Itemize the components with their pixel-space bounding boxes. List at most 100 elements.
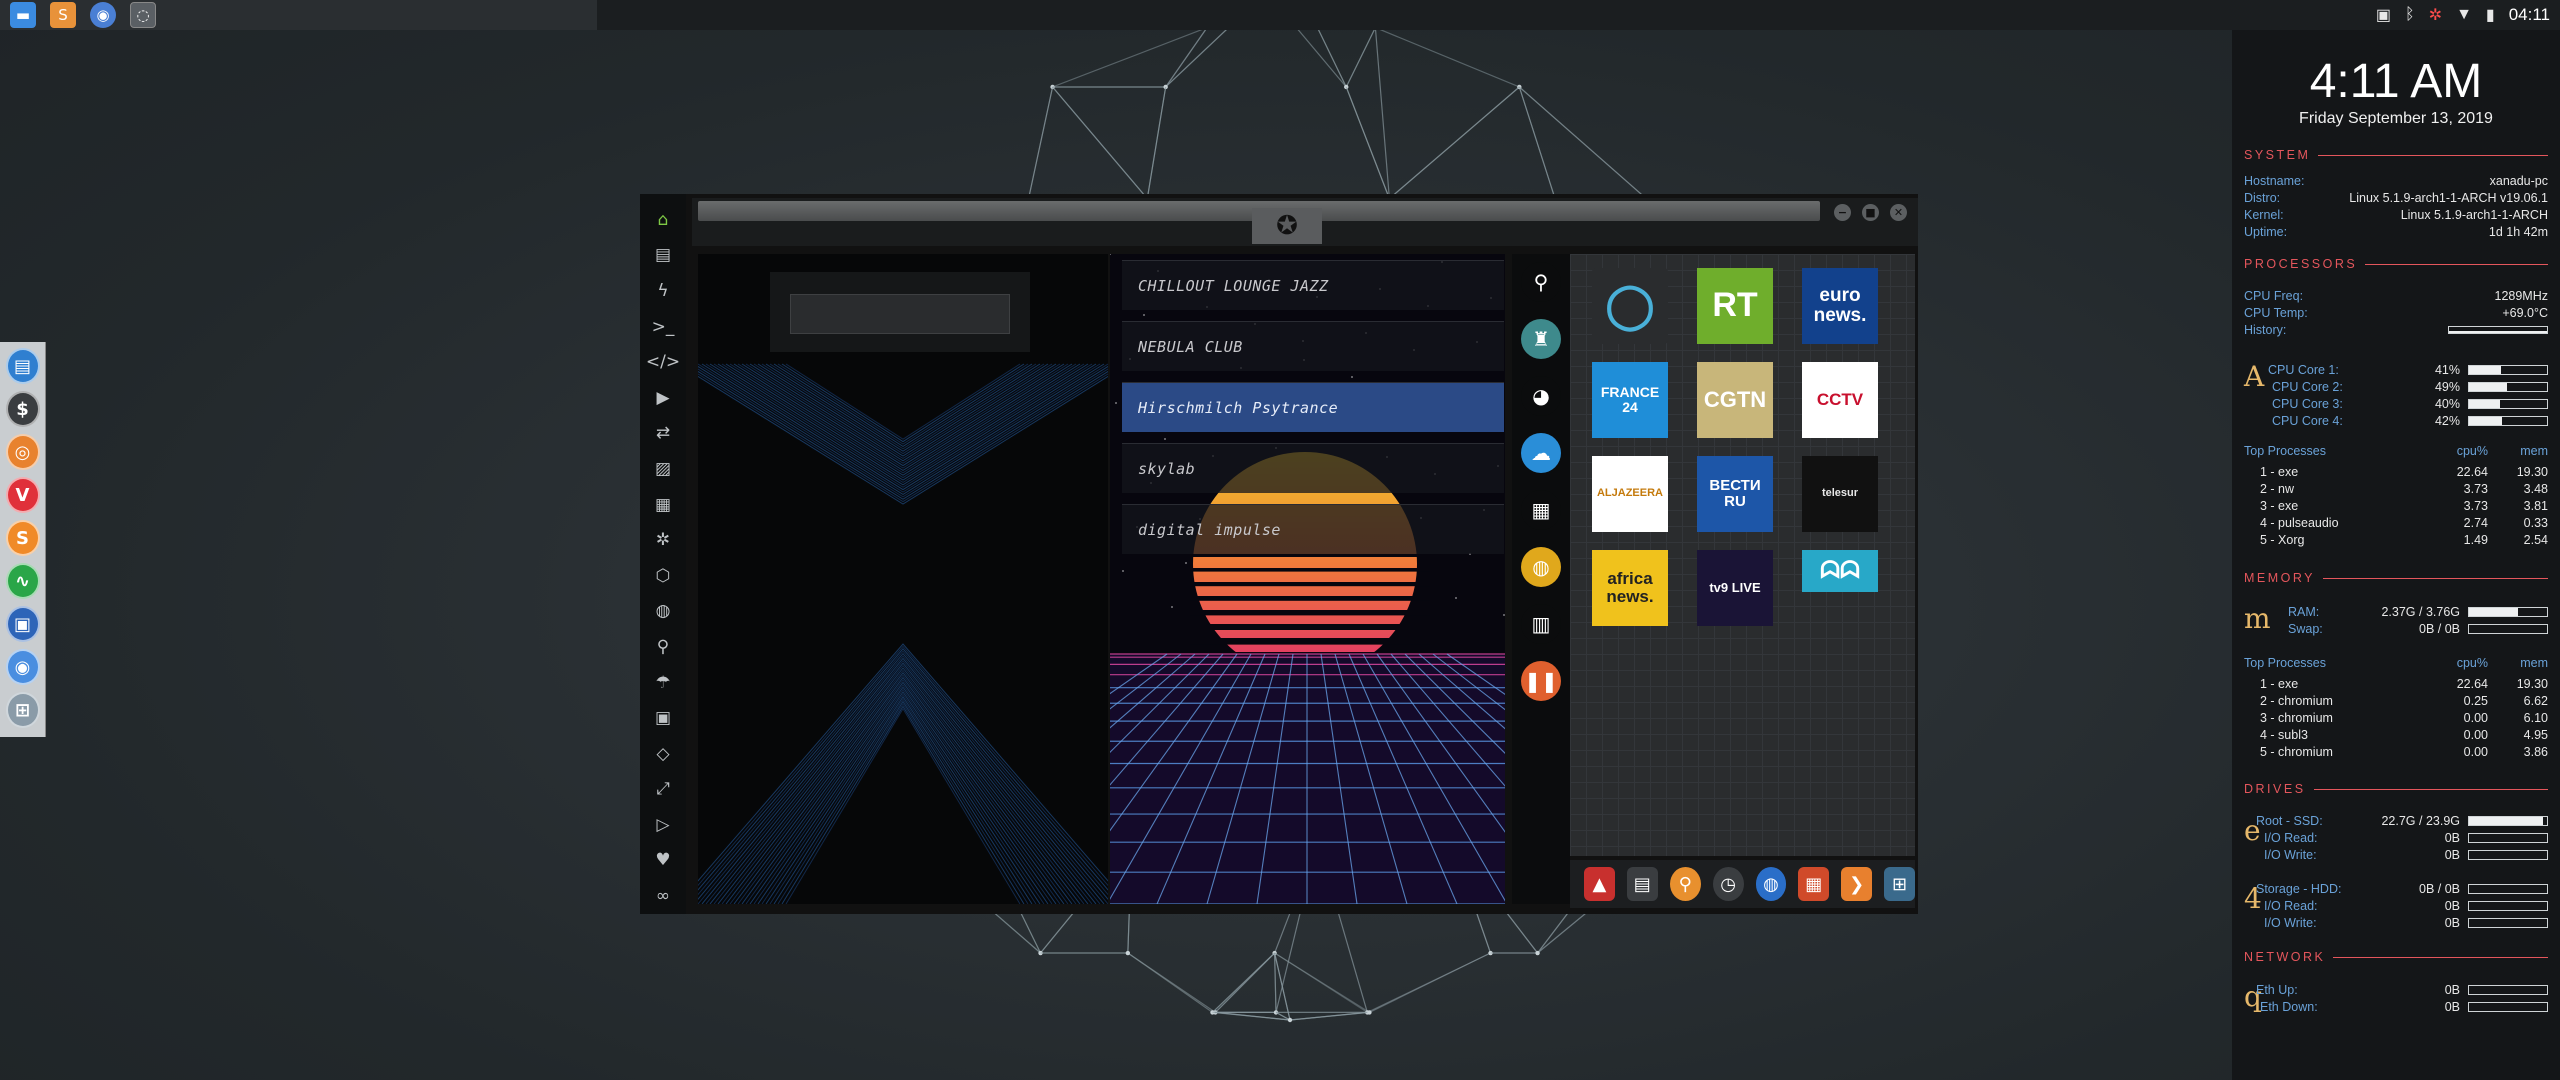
cpu-core-value: 41% bbox=[2434, 362, 2460, 377]
infinity-icon[interactable]: ∞ bbox=[640, 878, 686, 914]
station-item[interactable]: CHILLOUT LOUNGE JAZZ bbox=[1122, 260, 1504, 310]
flash-icon[interactable]: ϟ bbox=[640, 273, 686, 309]
calendar-icon[interactable]: ▦ bbox=[1798, 867, 1830, 901]
globe-edge bbox=[1052, 86, 1148, 199]
minimize-button[interactable]: − bbox=[1834, 204, 1851, 221]
home-icon[interactable]: ⌂ bbox=[640, 202, 686, 238]
file-icon[interactable]: ▥ bbox=[1521, 604, 1561, 644]
cloud-icon[interactable]: ☁ bbox=[1521, 433, 1561, 473]
radio-tower-icon[interactable]: ♜ bbox=[1521, 319, 1561, 359]
clock-icon[interactable]: ◷ bbox=[1712, 867, 1744, 901]
code-icon[interactable]: </> bbox=[640, 344, 686, 380]
process-mem: 3.81 bbox=[2523, 499, 2548, 513]
process-name: 1 - exe bbox=[2260, 677, 2299, 691]
hexagon-icon[interactable]: ⬡ bbox=[640, 558, 686, 594]
image-icon[interactable]: ▣ bbox=[2376, 5, 2391, 25]
channel-abc[interactable]: ᗣᗣ bbox=[1802, 550, 1878, 592]
news-icon[interactable]: ▦ bbox=[640, 487, 686, 523]
wifi-icon[interactable]: ▼ bbox=[2456, 6, 2472, 24]
sun-stripe bbox=[1190, 596, 1430, 601]
channel-cctv[interactable]: CCTV bbox=[1802, 362, 1878, 438]
globe-icon[interactable]: ◍ bbox=[640, 594, 686, 630]
globe-app-icon[interactable]: ◍ bbox=[1755, 867, 1787, 901]
triangle-line-bottom bbox=[749, 686, 1057, 904]
pikachu-icon[interactable]: ◕ bbox=[1521, 376, 1561, 416]
code-brackets-icon[interactable]: ◇ bbox=[640, 736, 686, 772]
battery-icon[interactable]: ▮ bbox=[2486, 5, 2495, 25]
search-app-icon[interactable]: ⚲ bbox=[1669, 867, 1701, 901]
station-item[interactable]: Hirschmilch Psytrance bbox=[1122, 382, 1504, 432]
search-input[interactable] bbox=[790, 294, 1010, 334]
process-row: 4 - subl3 0.00 4.95 bbox=[2244, 728, 2548, 745]
expand-icon[interactable]: ⤢ bbox=[640, 772, 686, 808]
youtube-icon[interactable]: ▷ bbox=[640, 807, 686, 843]
search-icon[interactable]: ⚲ bbox=[1521, 262, 1561, 302]
process-name: 4 - pulseaudio bbox=[2260, 516, 2339, 530]
arrow-icon[interactable]: ❯ bbox=[1841, 867, 1873, 901]
heart-icon[interactable]: ♥ bbox=[640, 843, 686, 879]
calendar-note-icon[interactable]: ▤ bbox=[1626, 867, 1658, 901]
ram-bar bbox=[2468, 606, 2548, 617]
terminal-icon[interactable]: >_ bbox=[640, 309, 686, 345]
grid-app-icon[interactable]: ⊞ bbox=[1884, 867, 1915, 901]
channel-tv9[interactable]: tv9 LIVE bbox=[1697, 550, 1773, 626]
star bbox=[1110, 254, 1111, 255]
channel-telesur[interactable]: telesur bbox=[1802, 456, 1878, 532]
vivaldi-icon[interactable]: V bbox=[5, 477, 40, 513]
arch-icon[interactable]: ▲ bbox=[1584, 867, 1615, 901]
satellite-icon[interactable]: ◍ bbox=[1521, 547, 1561, 587]
station-item[interactable]: digital impulse bbox=[1122, 504, 1504, 554]
maximize-button[interactable]: ■ bbox=[1862, 204, 1879, 221]
chromium-icon[interactable]: ◉ bbox=[90, 2, 116, 28]
channel-eye[interactable]: ◯ bbox=[1592, 268, 1668, 344]
station-item[interactable]: NEBULA CLUB bbox=[1122, 321, 1504, 371]
process-name: 3 - exe bbox=[2260, 499, 2299, 513]
activity-icon[interactable]: ∿ bbox=[5, 563, 40, 599]
app-dock: ▤ $ ◎ V S ∿ ▣ ◉ ⊞ bbox=[0, 342, 46, 737]
settings-icon[interactable]: ✲ bbox=[2429, 5, 2442, 25]
translate-icon[interactable]: ⇄ bbox=[640, 416, 686, 452]
sublime-icon[interactable]: S bbox=[50, 2, 76, 28]
sublime-icon[interactable]: S bbox=[5, 520, 40, 556]
process-name: 5 - Xorg bbox=[2260, 533, 2305, 547]
channel-rt[interactable]: RT bbox=[1697, 268, 1773, 344]
document-icon[interactable]: ▤ bbox=[640, 238, 686, 274]
aperture-icon[interactable]: ✲ bbox=[640, 522, 686, 558]
contact-icon[interactable]: ▣ bbox=[640, 700, 686, 736]
root-drive-bar bbox=[2468, 815, 2548, 826]
search-icon[interactable]: ⚲ bbox=[640, 629, 686, 665]
umbrella-icon[interactable]: ☂ bbox=[640, 665, 686, 701]
cpu-core-bar bbox=[2468, 364, 2548, 375]
channel-france24[interactable]: FRANCE 24 bbox=[1592, 362, 1668, 438]
channel-cgtn[interactable]: CGTN bbox=[1697, 362, 1773, 438]
panel-clock[interactable]: 04:11 bbox=[2509, 5, 2550, 25]
close-button[interactable]: ✕ bbox=[1890, 204, 1907, 221]
globe-edge bbox=[1518, 86, 1556, 199]
cpu-core-bar bbox=[2468, 381, 2548, 392]
pause-icon[interactable]: ❚❚ bbox=[1521, 661, 1561, 701]
apps-grid-icon[interactable]: ⊞ bbox=[5, 692, 40, 728]
cpu-core-bar-fill bbox=[2469, 365, 2501, 374]
process-cpu: 0.00 bbox=[2463, 711, 2488, 725]
cpu-freq-row: CPU Freq: 1289MHz bbox=[2244, 288, 2548, 303]
ubuntu-icon[interactable]: ◎ bbox=[5, 434, 40, 470]
app-icon[interactable]: ◌ bbox=[130, 2, 156, 28]
clapper-icon[interactable]: ▦ bbox=[1521, 490, 1561, 530]
station-item[interactable]: skylab bbox=[1122, 443, 1504, 493]
channel-vesti[interactable]: ВЕСТИ RU bbox=[1697, 456, 1773, 532]
channel-euronews[interactable]: euro news. bbox=[1802, 268, 1878, 344]
globe-edge bbox=[1345, 27, 1376, 88]
bluetooth-icon[interactable]: ᛒ bbox=[2405, 6, 2415, 24]
image-icon[interactable]: ▨ bbox=[640, 451, 686, 487]
cpu-core-label: CPU Core 3: bbox=[2272, 396, 2343, 411]
files-icon[interactable]: ▬ bbox=[10, 2, 36, 28]
globe-node bbox=[1287, 1017, 1293, 1023]
channel-africanews[interactable]: africa news. bbox=[1592, 550, 1668, 626]
display-icon[interactable]: ▣ bbox=[5, 606, 40, 642]
title-bar[interactable]: ✪ − ■ ✕ bbox=[692, 198, 1918, 246]
play-icon[interactable]: ▶ bbox=[640, 380, 686, 416]
terminal-icon[interactable]: $ bbox=[5, 391, 40, 427]
files-icon[interactable]: ▤ bbox=[5, 348, 40, 384]
chromium-icon[interactable]: ◉ bbox=[5, 649, 40, 685]
channel-aljazeera[interactable]: ALJAZEERA bbox=[1592, 456, 1668, 532]
